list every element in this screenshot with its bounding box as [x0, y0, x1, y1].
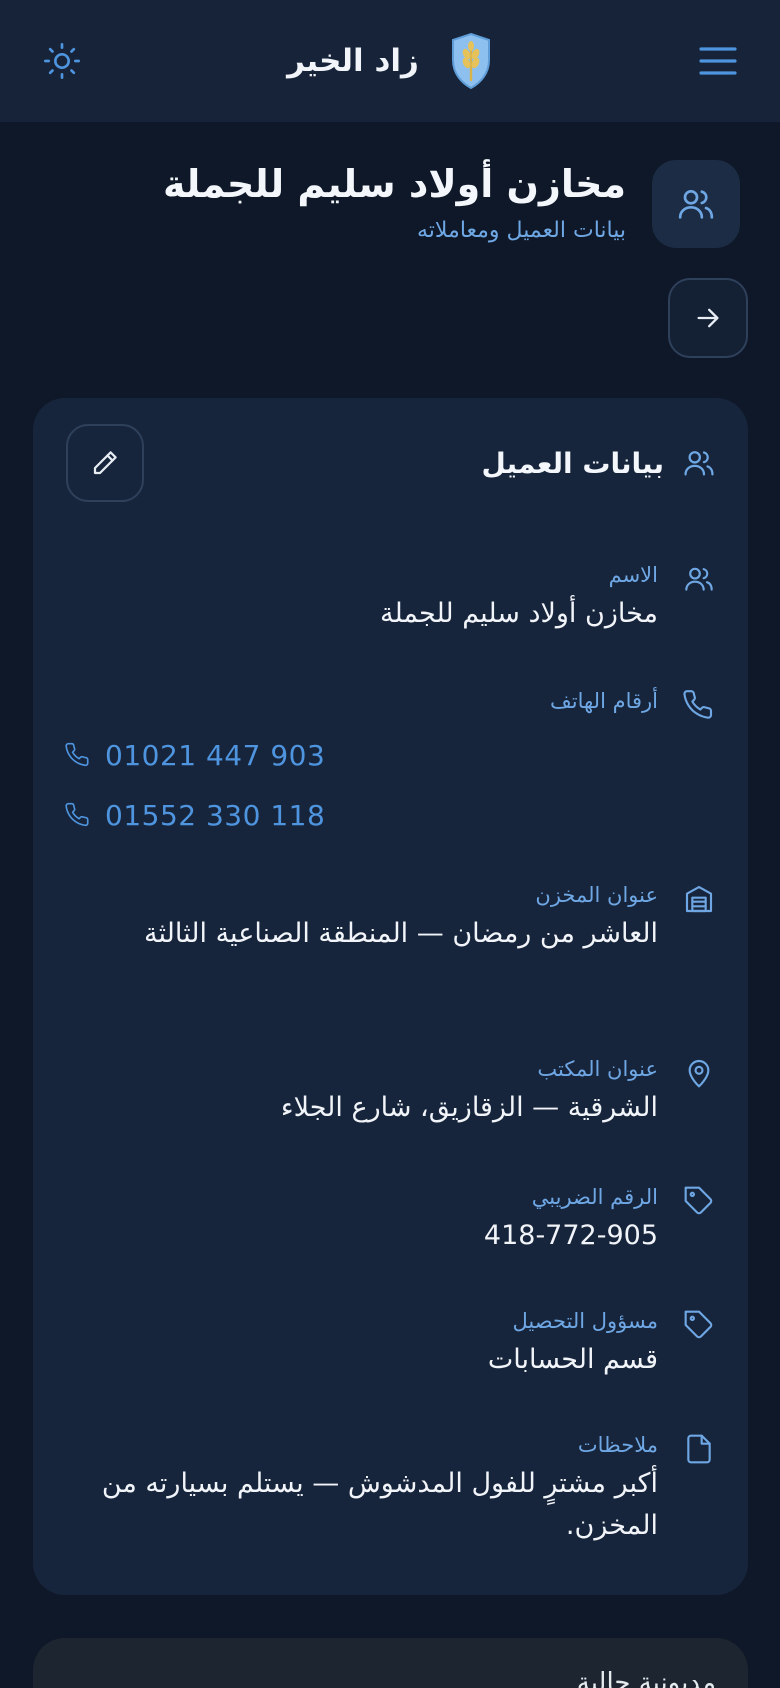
phone-link[interactable]: 01021 447 903 — [65, 725, 658, 785]
field-notes: ملاحظات أكبر مشترٍ للفول المدشوش — يستلم… — [65, 1432, 716, 1547]
field-value: مخازن أولاد سليم للجملة — [380, 598, 658, 630]
warehouse-icon — [685, 885, 713, 913]
field-name: الاسم مخازن أولاد سليم للجملة — [65, 562, 716, 635]
app-root: زاد الخير مخازن أولاد سليم للجملة بيانات… — [0, 0, 780, 1688]
pencil-icon — [93, 451, 117, 475]
field-warehouse-address: عنوان المخزن العاشر من رمضان — المنطقة ا… — [65, 882, 716, 955]
field-label: أرقام الهاتف — [550, 689, 658, 713]
field-value: أكبر مشترٍ للفول المدشوش — يستلم بسيارته… — [101, 1468, 658, 1542]
brand-name: زاد الخير — [287, 43, 419, 79]
file-icon — [687, 1434, 711, 1464]
tag-icon — [684, 1310, 713, 1339]
users-icon — [685, 567, 713, 591]
sun-icon — [44, 43, 80, 79]
tag-icon — [684, 1186, 713, 1215]
page-subtitle: بيانات العميل ومعاملاته — [417, 217, 626, 243]
menu-button[interactable] — [696, 39, 740, 83]
shield-wheat-logo — [451, 32, 490, 90]
phone-number: 01552 330 118 — [105, 798, 326, 832]
users-icon — [678, 190, 714, 219]
field-label: عنوان المخزن — [535, 883, 658, 907]
field-label: الاسم — [608, 563, 658, 587]
field-value: الشرقية — الزقازيق، شارع الجلاء — [280, 1092, 658, 1124]
phone-icon — [65, 743, 89, 767]
field-value: قسم الحسابات — [487, 1344, 658, 1376]
page-header: مخازن أولاد سليم للجملة بيانات العميل وم… — [163, 160, 740, 248]
customer-avatar-tile — [652, 160, 740, 248]
field-value: العاشر من رمضان — المنطقة الصناعية الثال… — [144, 918, 658, 950]
field-office-address: عنوان المكتب الشرقية — الزقازيق، شارع ال… — [65, 1056, 716, 1129]
edit-button[interactable] — [66, 424, 144, 502]
field-label: ملاحظات — [577, 1433, 658, 1457]
field-label: مسؤول التحصيل — [512, 1309, 658, 1333]
field-value: 418-772-905 — [483, 1220, 658, 1252]
phone-link[interactable]: 01552 330 118 — [65, 785, 658, 845]
field-label: الرقم الضريبي — [531, 1185, 658, 1209]
field-label: عنوان المكتب — [537, 1057, 658, 1081]
customer-info-card: بيانات العميل الاسم مخازن أولاد سليم للج… — [33, 398, 748, 1595]
phone-icon — [65, 803, 89, 827]
field-phones: أرقام الهاتف 01021 447 903 01552 330 118 — [65, 688, 716, 845]
arrow-right-icon — [697, 308, 719, 328]
brand[interactable]: زاد الخير — [287, 32, 493, 90]
card-title: بيانات العميل — [481, 446, 664, 480]
back-button[interactable] — [668, 278, 748, 358]
phone-number: 01021 447 903 — [105, 738, 326, 772]
users-icon — [684, 451, 714, 476]
phone-icon — [683, 690, 713, 719]
page-title: مخازن أولاد سليم للجملة — [162, 162, 626, 206]
field-collector: مسؤول التحصيل قسم الحسابات — [65, 1308, 716, 1381]
map-pin-icon — [688, 1059, 710, 1088]
theme-toggle-button[interactable] — [40, 39, 84, 83]
current-debt-card: مديونية حالية — [33, 1638, 748, 1688]
top-bar: زاد الخير — [0, 0, 780, 122]
card-title: مديونية حالية — [576, 1668, 716, 1688]
menu-icon — [699, 47, 737, 75]
field-tax-number: الرقم الضريبي 418-772-905 — [65, 1184, 716, 1257]
